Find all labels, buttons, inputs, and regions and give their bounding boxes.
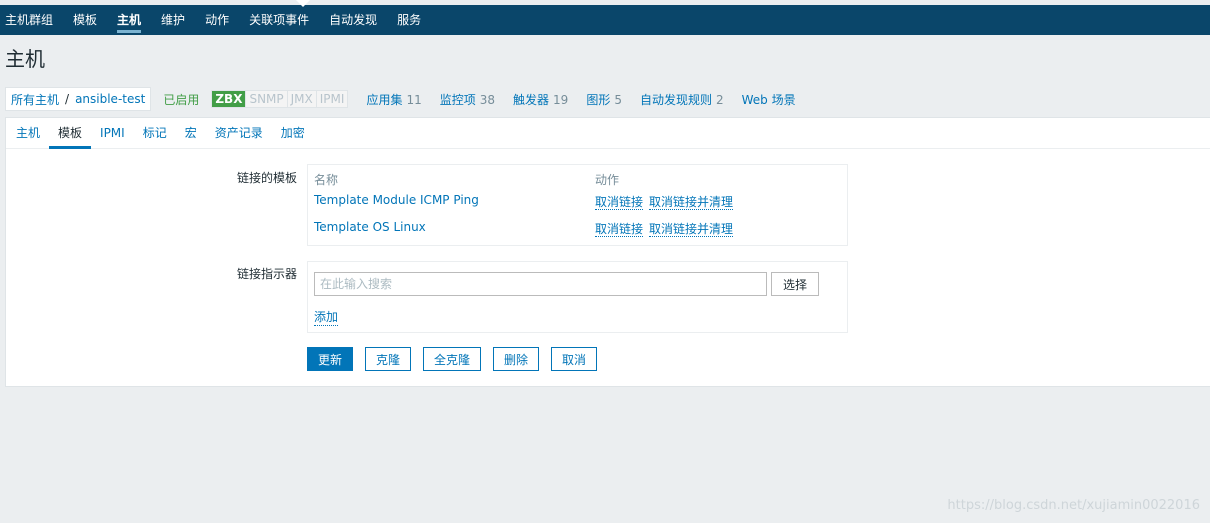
host-link-label: Web 场景: [741, 92, 796, 107]
host-link-count: 11: [406, 92, 422, 107]
host-link-discovery-rules[interactable]: 自动发现规则 2: [640, 91, 724, 108]
nav-item-maintenance[interactable]: 维护: [161, 5, 185, 35]
host-link-label: 触发器: [513, 92, 550, 107]
tab-templates[interactable]: 模板: [49, 118, 92, 149]
host-link-items[interactable]: 监控项 38: [440, 91, 495, 108]
top-nav-items: 主机群组 模板 主机 维护 动作 关联项事件 自动发现 服务: [5, 5, 441, 35]
clone-button[interactable]: 克隆: [365, 347, 412, 371]
full-clone-button[interactable]: 全克隆: [423, 347, 482, 371]
unlink-and-clear-link[interactable]: 取消链接并清理: [649, 222, 734, 237]
select-button[interactable]: 选择: [771, 272, 819, 296]
nav-item-services[interactable]: 服务: [397, 5, 421, 35]
nav-item-actions[interactable]: 动作: [205, 5, 229, 35]
template-name-link[interactable]: Template OS Linux: [314, 220, 426, 234]
host-navigation-bar: 所有主机 / ansible-test 已启用 ZBX SNMP JMX IPM…: [5, 84, 796, 114]
unlink-and-clear-link[interactable]: 取消链接并清理: [649, 195, 734, 210]
update-button[interactable]: 更新: [307, 347, 354, 371]
tab-macros[interactable]: 宏: [176, 118, 206, 148]
host-link-label: 自动发现规则: [639, 92, 712, 107]
delete-button[interactable]: 删除: [493, 347, 540, 371]
host-link-label: 图形: [586, 92, 611, 107]
tab-encryption[interactable]: 加密: [272, 118, 314, 148]
host-link-label: 应用集: [366, 92, 403, 107]
host-link-web-scenarios[interactable]: Web 场景: [742, 91, 796, 108]
availability-snmp-badge: SNMP: [245, 91, 287, 107]
link-indicator-label: 链接指示器: [237, 267, 298, 281]
tab-tags[interactable]: 标记: [134, 118, 176, 148]
linked-templates-label: 链接的模板: [237, 171, 298, 185]
host-status-enabled[interactable]: 已启用: [163, 91, 199, 108]
form-tabs: 主机 模板 IPMI 标记 宏 资产记录 加密: [6, 118, 1210, 149]
template-actions: 取消链接 取消链接并清理: [595, 193, 739, 210]
availability-badges: ZBX SNMP JMX IPMI: [211, 90, 349, 108]
cancel-button[interactable]: 取消: [551, 347, 598, 371]
host-link-count: 2: [716, 92, 724, 107]
nav-item-templates[interactable]: 模板: [73, 5, 97, 35]
breadcrumb-separator: /: [65, 92, 70, 106]
host-link-label: 监控项: [439, 92, 476, 107]
nav-item-host-groups[interactable]: 主机群组: [5, 5, 53, 35]
nav-item-event-correlation[interactable]: 关联项事件: [249, 5, 309, 35]
watermark-text: https://blog.csdn.net/xujiamin0022016: [947, 498, 1200, 513]
host-link-graphs[interactable]: 图形 5: [586, 91, 622, 108]
nav-item-hosts[interactable]: 主机: [117, 5, 142, 35]
breadcrumb-host-name[interactable]: ansible-test: [75, 92, 145, 106]
host-link-count: 19: [553, 92, 569, 107]
page-title: 主机: [5, 47, 45, 71]
host-link-triggers[interactable]: 触发器 19: [513, 91, 568, 108]
host-link-count: 5: [614, 92, 622, 107]
tab-inventory[interactable]: 资产记录: [206, 118, 272, 148]
unlink-link[interactable]: 取消链接: [595, 222, 644, 237]
top-navigation: 主机群组 模板 主机 维护 动作 关联项事件 自动发现 服务: [0, 0, 1210, 35]
availability-zbx-badge: ZBX: [212, 91, 246, 107]
tab-ipmi[interactable]: IPMI: [91, 118, 134, 148]
availability-ipmi-badge: IPMI: [315, 91, 348, 107]
nav-item-discovery[interactable]: 自动发现: [329, 5, 377, 35]
breadcrumb: 所有主机 / ansible-test: [5, 87, 152, 111]
template-name-link[interactable]: Template Module ICMP Ping: [314, 193, 479, 207]
column-header-action: 动作: [595, 173, 620, 187]
column-header-name: 名称: [314, 173, 339, 187]
host-link-count: 38: [479, 92, 496, 107]
tab-host[interactable]: 主机: [16, 118, 49, 148]
unlink-link[interactable]: 取消链接: [595, 195, 644, 210]
template-search-input[interactable]: [314, 272, 767, 296]
host-link-applications[interactable]: 应用集 11: [366, 91, 421, 108]
link-indicator-box: 选择 添加: [307, 261, 848, 333]
template-actions: 取消链接 取消链接并清理: [595, 220, 739, 237]
availability-jmx-badge: JMX: [286, 91, 316, 107]
breadcrumb-all-hosts[interactable]: 所有主机: [11, 91, 59, 108]
host-form-panel: 主机 模板 IPMI 标记 宏 资产记录 加密 链接的模板 名称 动作 Temp…: [5, 117, 1210, 387]
add-link[interactable]: 添加: [314, 308, 339, 326]
linked-templates-table: 名称 动作 Template Module ICMP Ping 取消链接 取消链接…: [307, 164, 848, 246]
